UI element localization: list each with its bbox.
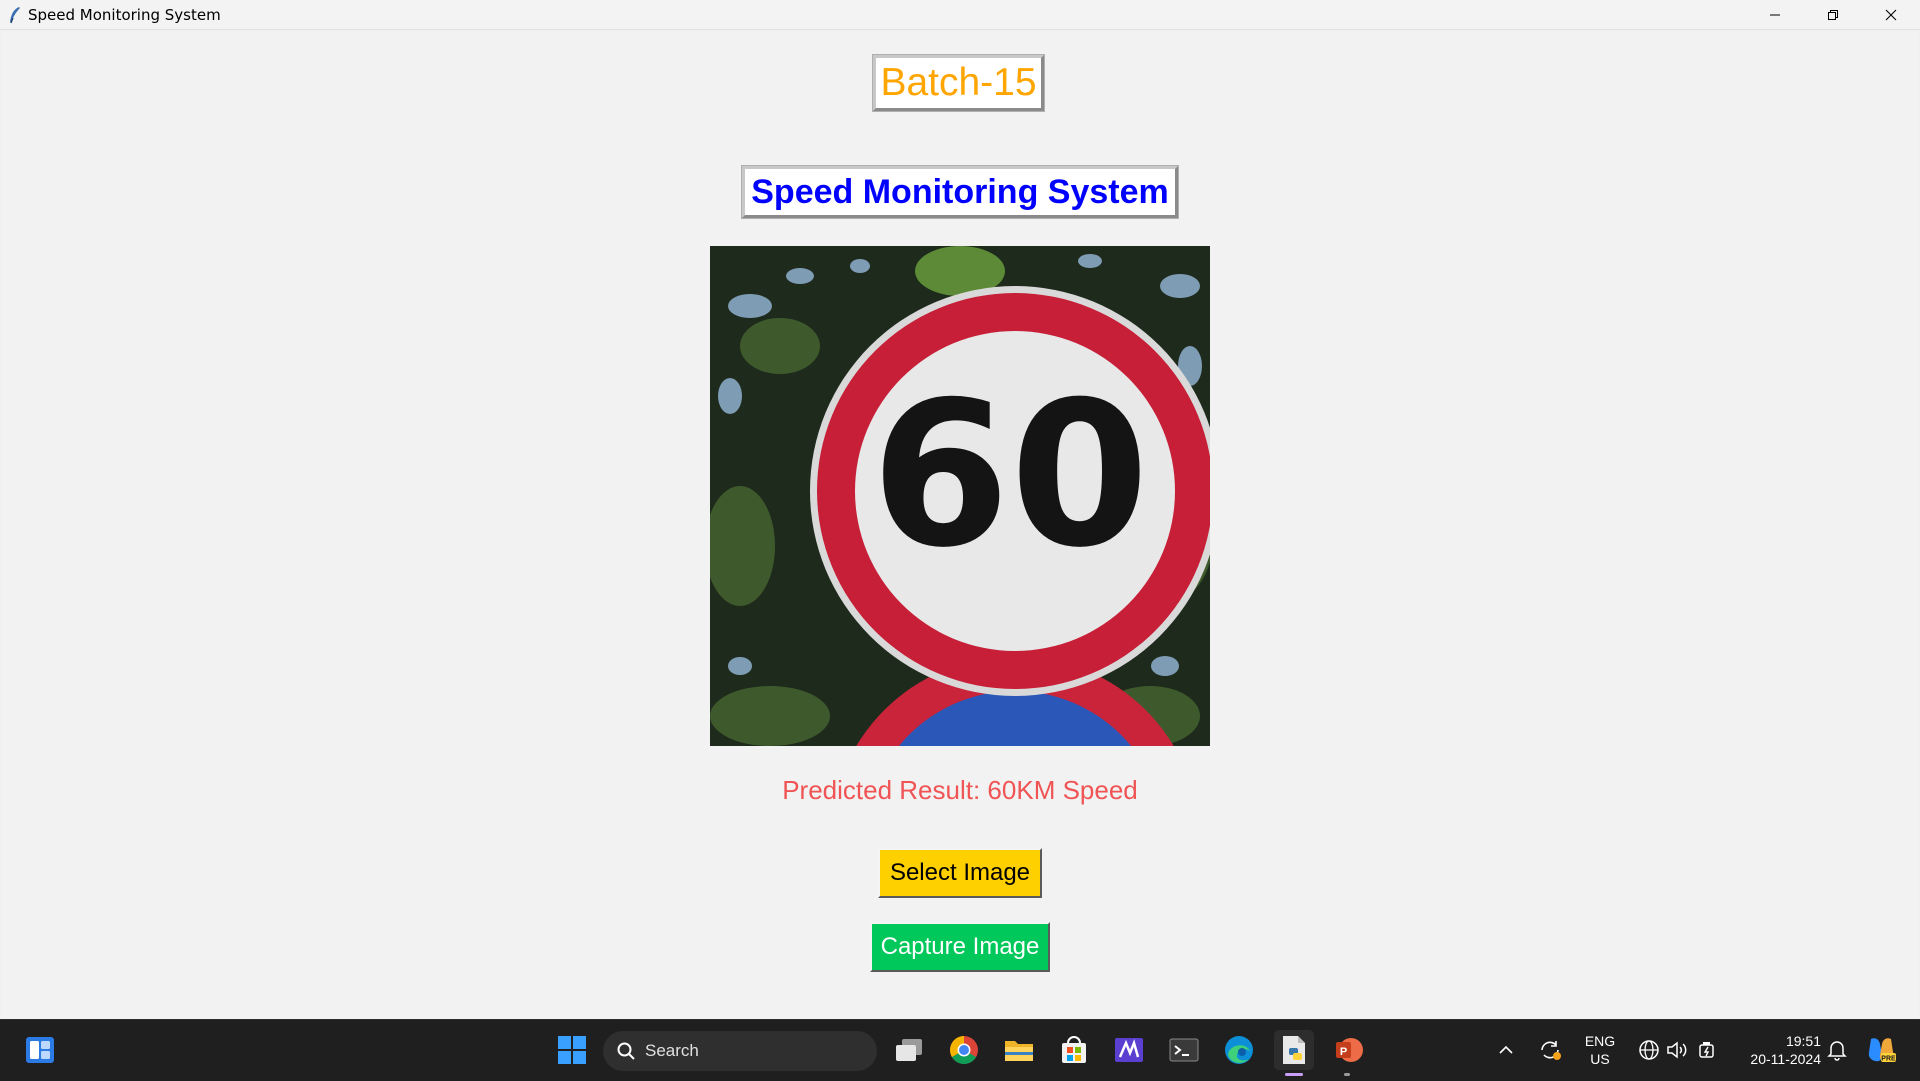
copilot-icon: PRE — [1868, 1038, 1896, 1063]
edge-button[interactable] — [1219, 1030, 1259, 1070]
folder-icon — [1005, 1041, 1033, 1061]
globe-icon — [1639, 1040, 1659, 1060]
store-icon — [1062, 1036, 1086, 1063]
clock-time: 19:51 — [1785, 1033, 1821, 1049]
visual-studio-button[interactable] — [1109, 1030, 1149, 1070]
chevron-up-icon — [1499, 1045, 1513, 1054]
minimize-icon — [1770, 14, 1780, 15]
speaker-icon — [1667, 1041, 1687, 1059]
taskbar-search[interactable]: Search — [603, 1031, 877, 1071]
close-button[interactable] — [1862, 0, 1920, 29]
network-button[interactable] — [1636, 1030, 1662, 1070]
capture-image-button[interactable]: Capture Image — [870, 922, 1050, 972]
widgets-button[interactable] — [20, 1030, 60, 1070]
clock-date: 20-11-2024 — [1750, 1051, 1821, 1067]
minimize-button[interactable] — [1746, 0, 1804, 29]
svg-text:PRE: PRE — [1881, 1056, 1896, 1063]
language-indicator[interactable]: ENG US — [1578, 1032, 1622, 1068]
file-explorer-button[interactable] — [999, 1030, 1039, 1070]
svg-text:P: P — [1340, 1046, 1347, 1058]
volume-button[interactable] — [1664, 1030, 1690, 1070]
edge-icon — [1225, 1036, 1253, 1064]
python-file-icon — [1283, 1036, 1305, 1064]
start-button[interactable] — [552, 1030, 592, 1070]
sync-status-button[interactable] — [1533, 1030, 1567, 1070]
task-view-button[interactable] — [889, 1030, 929, 1070]
region-code: US — [1590, 1051, 1610, 1067]
battery-charging-icon — [1699, 1042, 1714, 1058]
taskbar: Search P ENG US 19:51 20-11-2024 PRE — [0, 1019, 1920, 1081]
terminal-button[interactable] — [1164, 1030, 1204, 1070]
restore-button[interactable] — [1804, 0, 1862, 29]
feather-icon — [6, 6, 24, 24]
search-icon — [617, 1042, 635, 1060]
sign-number: 60 — [871, 359, 1149, 592]
clock[interactable]: 19:51 20-11-2024 — [1733, 1032, 1821, 1068]
search-placeholder: Search — [645, 1041, 699, 1060]
notifications-button[interactable] — [1824, 1030, 1850, 1070]
select-image-button[interactable]: Select Image — [878, 848, 1042, 898]
battery-button[interactable] — [1694, 1030, 1722, 1070]
window-title: Speed Monitoring System — [28, 5, 221, 24]
powerpoint-icon: P — [1336, 1038, 1363, 1062]
language-code: ENG — [1584, 1033, 1616, 1049]
window-titlebar: Speed Monitoring System — [0, 0, 1920, 30]
batch-label: Batch-15 — [872, 54, 1045, 112]
microsoft-store-button[interactable] — [1054, 1030, 1094, 1070]
python-app-button[interactable] — [1274, 1030, 1314, 1070]
chrome-button[interactable] — [944, 1030, 984, 1070]
close-icon — [1885, 9, 1897, 20]
visual-studio-icon — [1115, 1038, 1143, 1062]
copilot-button[interactable]: PRE — [1862, 1030, 1900, 1070]
task-view-icon — [896, 1039, 922, 1061]
chrome-icon — [950, 1036, 978, 1064]
widgets-icon — [26, 1037, 54, 1063]
powerpoint-button[interactable]: P — [1329, 1030, 1369, 1070]
bell-icon — [1827, 1041, 1847, 1061]
speed-sign-image: 60 — [710, 246, 1210, 746]
running-app-indicator — [1344, 1073, 1350, 1076]
terminal-icon — [1169, 1038, 1199, 1062]
sync-icon — [1541, 1041, 1561, 1060]
active-app-indicator — [1285, 1073, 1303, 1076]
restore-icon — [1828, 9, 1838, 20]
show-hidden-icons-button[interactable] — [1493, 1030, 1519, 1070]
windows-logo-icon — [558, 1036, 586, 1064]
predicted-result: Predicted Result: 60KM Speed — [782, 775, 1138, 805]
app-title: Speed Monitoring System — [741, 165, 1179, 219]
